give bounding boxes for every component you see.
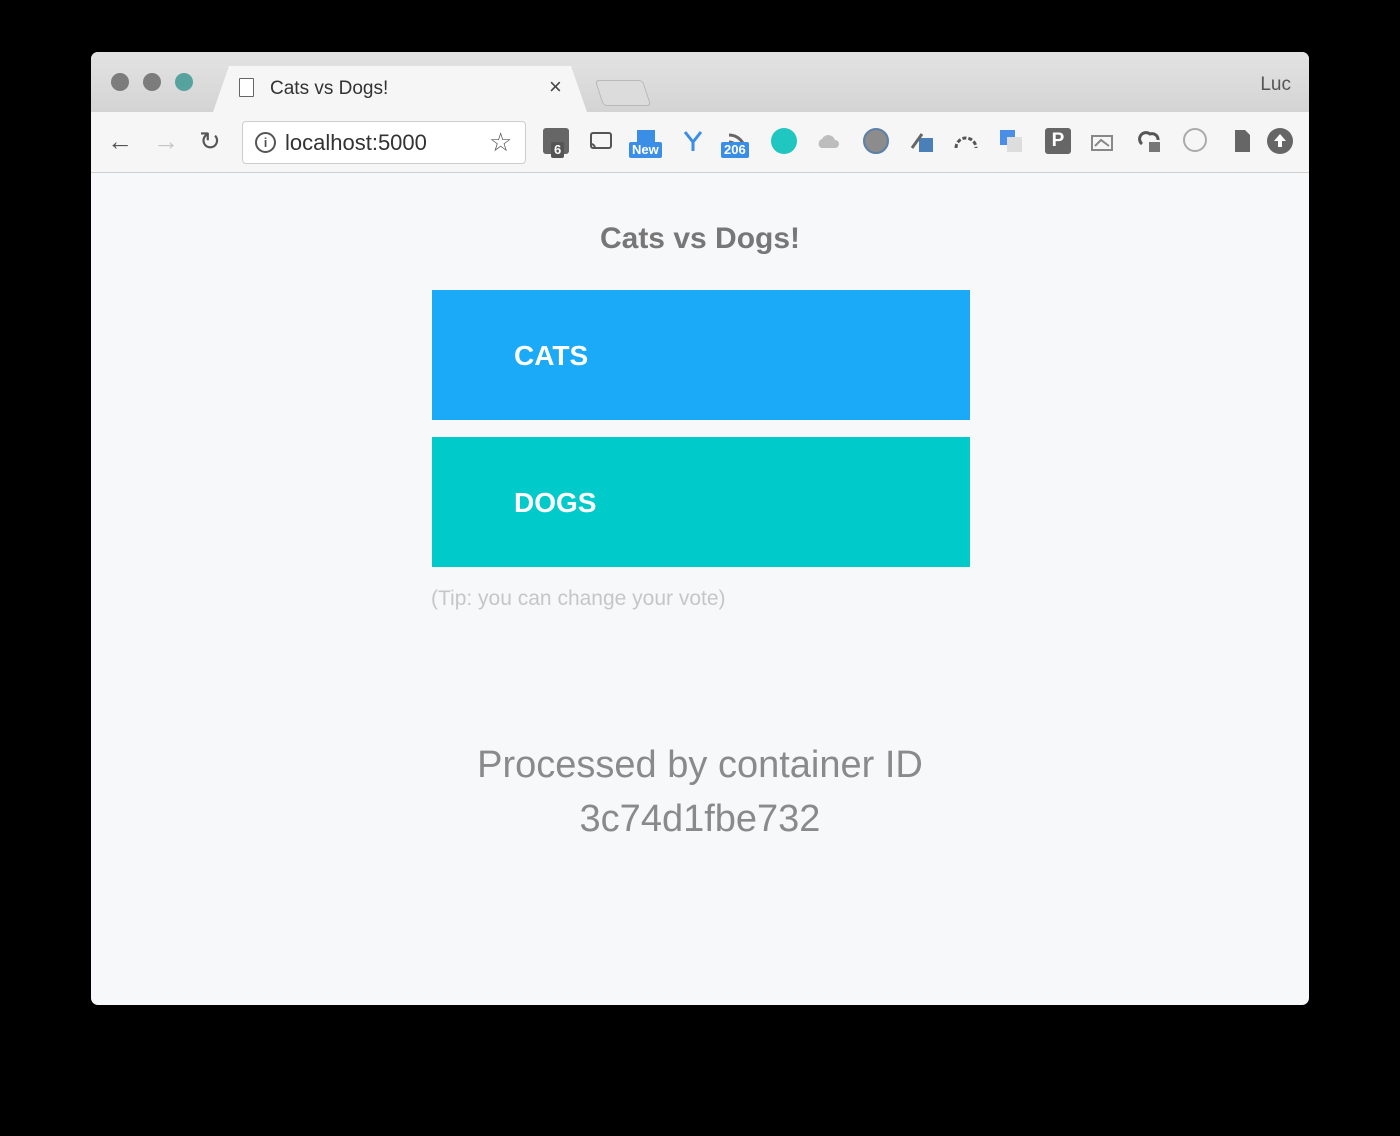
globe-icon[interactable] — [863, 128, 889, 154]
share-icon[interactable] — [909, 128, 935, 154]
info-icon[interactable]: i — [255, 132, 276, 153]
translate-icon[interactable] — [998, 128, 1024, 154]
teal-circle-icon[interactable] — [771, 128, 797, 154]
feed-count-badge: 206 — [721, 142, 749, 158]
y-extension-icon[interactable] — [680, 128, 706, 154]
container-id: 3c74d1fbe732 — [579, 798, 821, 840]
title-bar: Cats vs Dogs! × Luc — [91, 52, 1309, 112]
new-tab-button[interactable] — [594, 80, 652, 106]
upload-icon[interactable] — [1267, 128, 1293, 154]
vote-dogs-button[interactable]: DOGS — [432, 437, 970, 567]
browser-window: Cats vs Dogs! × Luc ← → ↻ i localhost:50… — [91, 52, 1309, 1005]
circle-info-icon[interactable] — [1183, 128, 1207, 152]
minimize-window-button[interactable] — [143, 73, 161, 91]
bookmark-star-icon[interactable]: ☆ — [489, 127, 512, 158]
gauge-icon[interactable] — [953, 128, 979, 154]
document-icon[interactable] — [1229, 128, 1255, 154]
cast-icon[interactable] — [588, 128, 614, 154]
new-badge: New — [629, 142, 662, 158]
new-extension-icon[interactable]: New — [629, 128, 662, 158]
close-window-button[interactable] — [111, 73, 129, 91]
page-title: Cats vs Dogs! — [599, 222, 801, 255]
vote-dogs-label: DOGS — [514, 487, 597, 518]
browser-toolbar: ← → ↻ i localhost:5000 ☆ 6 New 206 P — [91, 112, 1309, 173]
cloud-icon[interactable] — [815, 128, 841, 154]
reload-button[interactable]: ↻ — [199, 126, 221, 156]
tab-title: Cats vs Dogs! — [270, 78, 389, 99]
cloud-lock-icon[interactable] — [1137, 128, 1163, 154]
p-icon[interactable]: P — [1045, 128, 1071, 154]
vote-tip: (Tip: you can change your vote) — [431, 587, 726, 610]
image-icon[interactable] — [1089, 128, 1115, 154]
vote-cats-button[interactable]: CATS — [432, 290, 970, 420]
feed-icon[interactable]: 206 — [721, 128, 751, 158]
page-icon — [239, 78, 254, 97]
back-button[interactable]: ← — [107, 126, 133, 156]
maximize-window-button[interactable] — [175, 73, 193, 91]
container-info: Processed by container ID 3c74d1fbe732 — [91, 738, 1309, 846]
tab-cats-vs-dogs[interactable]: Cats vs Dogs! × — [213, 66, 587, 112]
close-tab-icon[interactable]: × — [549, 74, 562, 100]
address-bar[interactable]: i localhost:5000 ☆ — [242, 121, 526, 164]
profile-name[interactable]: Luc — [1260, 74, 1291, 96]
tab-counter-badge: 6 — [551, 142, 565, 158]
forward-button[interactable]: → — [153, 126, 179, 156]
tab-counter-icon[interactable]: 6 — [543, 128, 569, 158]
vote-cats-label: CATS — [514, 340, 589, 371]
processed-by-label: Processed by container ID — [477, 744, 923, 786]
url-text[interactable]: localhost:5000 — [285, 130, 427, 156]
